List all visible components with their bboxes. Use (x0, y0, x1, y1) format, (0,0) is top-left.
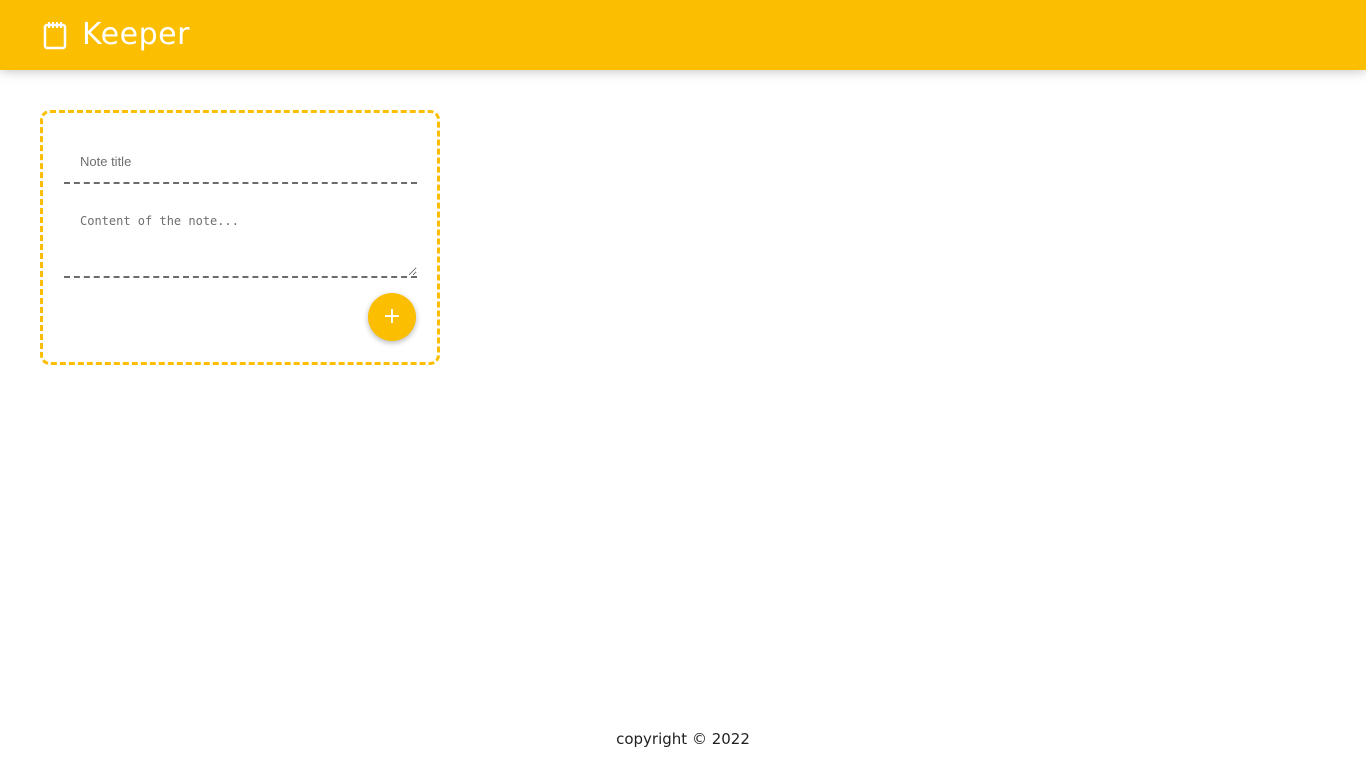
app-title: Keeper (82, 17, 190, 52)
add-note-button[interactable]: + (368, 293, 416, 341)
brand: Keeper (42, 16, 190, 54)
create-note-form: + (40, 110, 440, 365)
note-title-input[interactable] (64, 140, 417, 184)
footer: copyright © 2022 (0, 728, 1366, 750)
copyright-text: copyright © 2022 (616, 730, 750, 748)
notepad-icon (42, 20, 68, 50)
note-content-textarea[interactable] (64, 202, 417, 278)
app-header: Keeper (0, 0, 1366, 70)
